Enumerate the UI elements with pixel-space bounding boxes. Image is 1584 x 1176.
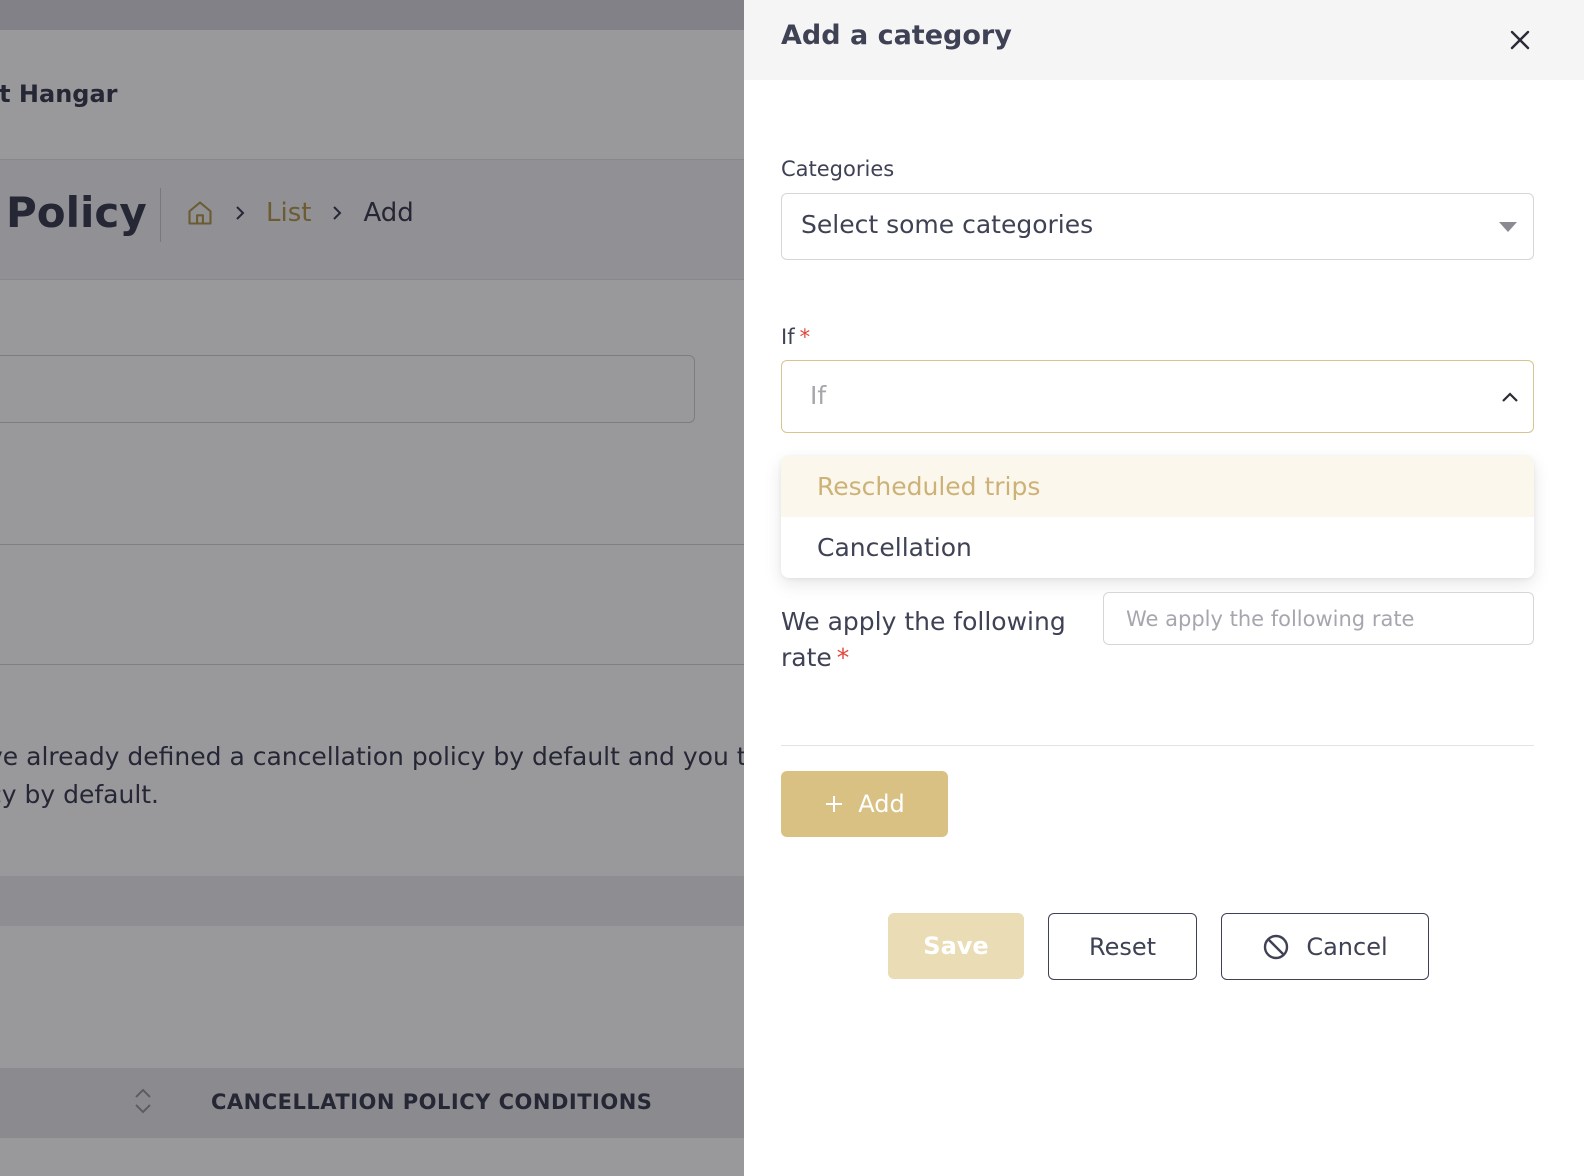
plus-icon	[824, 794, 844, 814]
rate-label-text: We apply the following rate	[781, 607, 1066, 672]
option-cancellation[interactable]: Cancellation	[781, 517, 1534, 578]
reset-button[interactable]: Reset	[1048, 913, 1197, 980]
if-label-text: If	[781, 325, 795, 349]
add-button[interactable]: Add	[781, 771, 948, 837]
caret-down-icon	[1499, 222, 1517, 232]
form-divider	[781, 745, 1534, 746]
categories-select[interactable]: Select some categories	[781, 193, 1534, 260]
if-label: If *	[781, 325, 810, 349]
required-mark: *	[799, 325, 811, 349]
rate-label: We apply the following rate *	[781, 604, 1091, 676]
drawer-title: Add a category	[781, 20, 1012, 51]
add-button-label: Add	[858, 790, 905, 818]
if-placeholder: If	[810, 381, 827, 410]
option-rescheduled-trips[interactable]: Rescheduled trips	[781, 456, 1534, 517]
cancel-button-label: Cancel	[1306, 932, 1388, 961]
modal-backdrop[interactable]	[0, 0, 744, 1176]
ban-icon	[1262, 933, 1290, 961]
save-button[interactable]: Save	[888, 913, 1024, 979]
add-category-drawer: Add a category Categories Select some ca…	[744, 0, 1584, 1176]
categories-label: Categories	[781, 157, 895, 181]
drawer-header: Add a category	[744, 0, 1584, 80]
chevron-up-icon	[1501, 387, 1519, 407]
if-dropdown-menu: Rescheduled trips Cancellation	[781, 456, 1534, 578]
close-icon[interactable]	[1504, 24, 1536, 56]
cancel-button[interactable]: Cancel	[1221, 913, 1429, 980]
categories-placeholder: Select some categories	[801, 210, 1094, 239]
rate-input[interactable]	[1103, 592, 1534, 645]
if-select[interactable]: If	[781, 360, 1534, 433]
required-mark: *	[836, 643, 850, 672]
